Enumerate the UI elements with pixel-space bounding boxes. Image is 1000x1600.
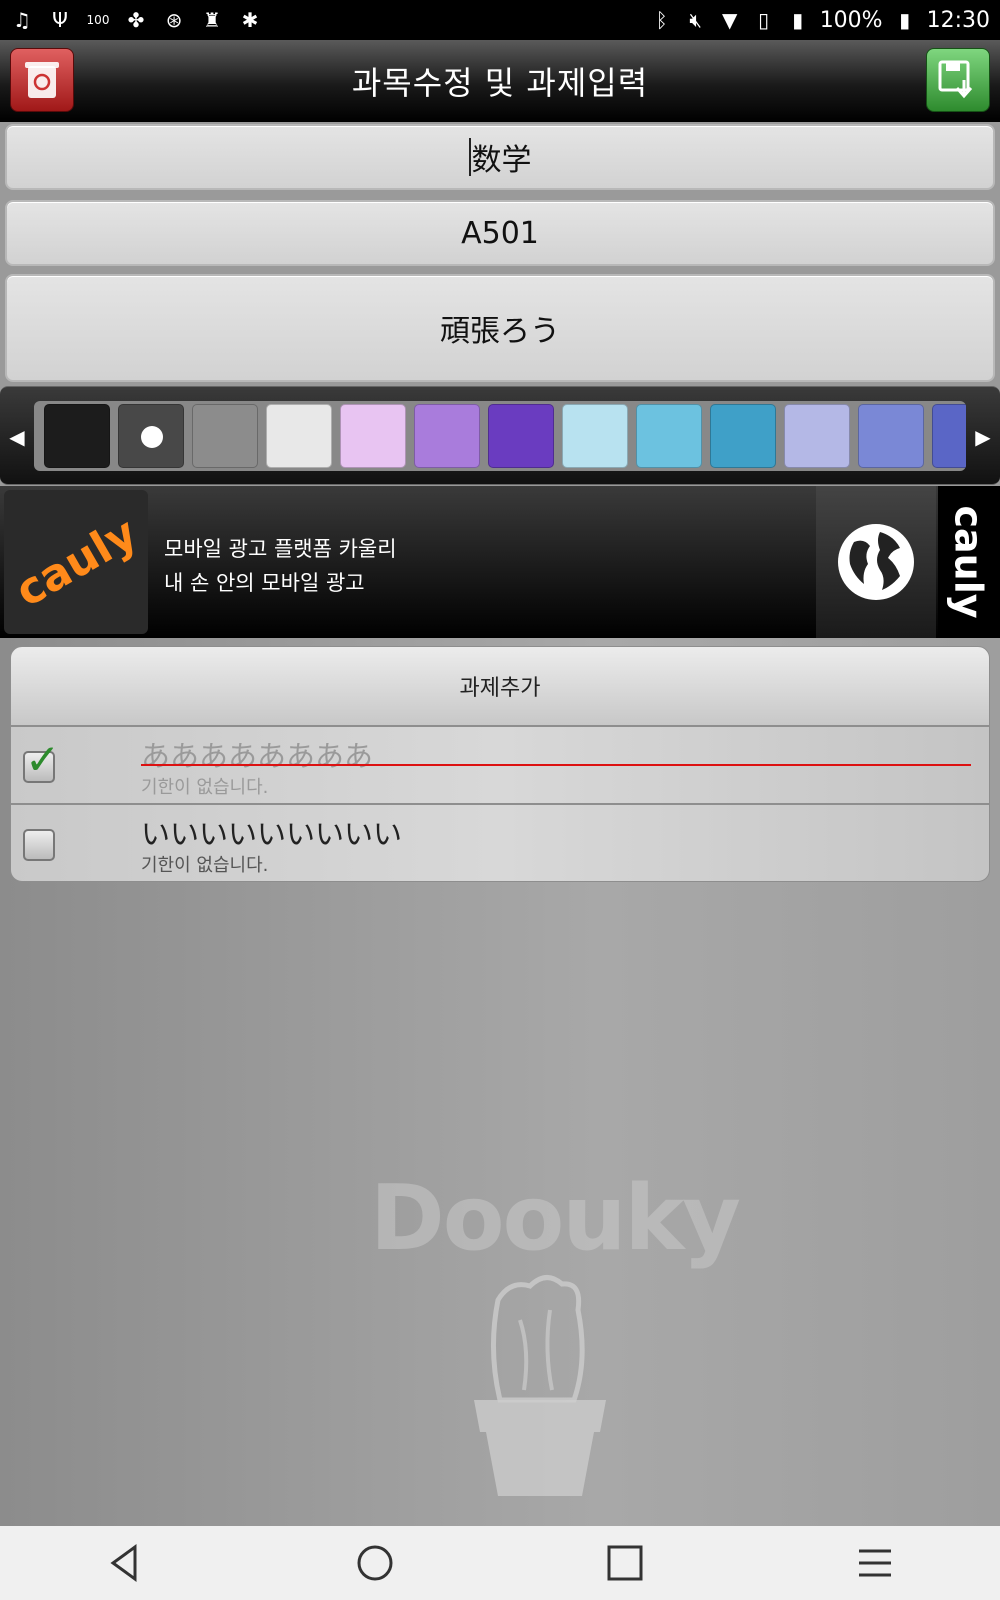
color-swatch[interactable] [118, 404, 184, 468]
text-caret [468, 138, 471, 176]
ad-banner[interactable]: cauly 모바일 광고 플랫폼 카울리 내 손 안의 모바일 광고 cauly [0, 486, 1000, 638]
add-task-label: 과제추가 [459, 676, 541, 701]
memo-value: 頑張ろう [440, 314, 560, 349]
color-swatch[interactable] [192, 404, 258, 468]
title-bar: 과목수정 및 과제입력 [0, 40, 1000, 122]
selected-dot-icon [141, 426, 163, 448]
battery-charging-icon: ▮ [899, 8, 911, 32]
recents-icon [607, 1545, 643, 1581]
task-title: ああああああああ [141, 739, 374, 773]
palette-scroll-left-button[interactable]: ◀ [2, 387, 32, 486]
signal-icon: ▮ [792, 8, 804, 32]
android-debug-icon: ⊛ [165, 8, 183, 32]
wifi-icon: ▼ [721, 8, 738, 32]
task-row[interactable]: ✓ ああああああああ 기한이 없습니다. [10, 726, 990, 804]
add-task-button[interactable]: 과제추가 [10, 646, 990, 726]
color-swatch[interactable] [636, 404, 702, 468]
color-swatch[interactable] [44, 404, 110, 468]
delete-button[interactable] [10, 48, 74, 112]
strikethrough-line [141, 764, 971, 766]
palette-scroll-right-button[interactable]: ▶ [968, 387, 998, 486]
bug-icon: ✱ [241, 8, 259, 32]
color-swatch-list[interactable] [34, 401, 966, 471]
color-palette: ◀ ▶ [0, 386, 1000, 485]
ad-brand: cauly [938, 486, 1000, 638]
color-swatch[interactable] [784, 404, 850, 468]
task-due: 기한이 없습니다. [141, 855, 269, 876]
status-icons-right: ᛒ 🔇︎ ▼ ▯ ▮ 100% ▮ 12:30 [650, 8, 990, 33]
back-button[interactable] [95, 1533, 155, 1593]
status-icons-left: ♫ Ψ 100 ✤ ⊛ ♜ ✱ [10, 8, 262, 32]
task-row[interactable]: いいいいいいいいい 기한이 없습니다. [10, 804, 990, 882]
music-icon: ♫ [13, 8, 31, 32]
color-swatch[interactable] [340, 404, 406, 468]
chevron-right-icon: ▶ [975, 424, 991, 449]
ad-line-2: 내 손 안의 모바일 광고 [164, 571, 365, 595]
globe-icon [838, 524, 914, 600]
home-icon [357, 1545, 393, 1581]
menu-button[interactable] [845, 1533, 905, 1593]
keyhole-icon: ♜ [203, 8, 221, 32]
home-button[interactable] [345, 1533, 405, 1593]
color-swatch[interactable] [710, 404, 776, 468]
room-value: A501 [461, 215, 539, 251]
color-swatch[interactable] [858, 404, 924, 468]
usb-icon: Ψ [52, 8, 68, 32]
checkmark-icon: ✓ [25, 735, 61, 784]
back-icon [110, 1544, 137, 1582]
color-swatch[interactable] [932, 404, 966, 468]
color-swatch[interactable] [266, 404, 332, 468]
menu-icon [859, 1549, 891, 1577]
trash-icon [25, 62, 59, 98]
recents-button[interactable] [595, 1533, 655, 1593]
no-sim-icon: ▯ [758, 8, 770, 32]
fan-icon: ✤ [127, 8, 145, 32]
save-download-icon [938, 60, 973, 99]
memo-field[interactable]: 頑張ろう [5, 274, 995, 382]
page-title: 과목수정 및 과제입력 [351, 64, 649, 102]
clock: 12:30 [926, 7, 990, 33]
battery-percent: 100% [819, 7, 883, 33]
chevron-left-icon: ◀ [9, 424, 25, 449]
mute-icon: 🔇︎ [689, 8, 702, 32]
ad-globe-button[interactable] [816, 486, 936, 638]
subject-value: 数学 [471, 143, 532, 178]
ad-logo: cauly [4, 490, 148, 634]
subject-field[interactable]: 数学 [5, 124, 995, 190]
battery-100-icon: 100 [86, 13, 110, 27]
watermark-logo: Doouky [370, 1166, 741, 1271]
task-title: いいいいいいいいい [141, 817, 403, 851]
color-swatch[interactable] [414, 404, 480, 468]
task-checkbox[interactable] [23, 829, 55, 861]
ad-line-1: 모바일 광고 플랫폼 카울리 [164, 537, 397, 561]
ad-text: 모바일 광고 플랫폼 카울리 내 손 안의 모바일 광고 [164, 532, 397, 600]
navigation-bar [0, 1526, 1000, 1600]
save-button[interactable] [926, 48, 990, 112]
room-field[interactable]: A501 [5, 200, 995, 266]
color-swatch[interactable] [562, 404, 628, 468]
color-swatch[interactable] [488, 404, 554, 468]
task-due: 기한이 없습니다. [141, 777, 269, 798]
bluetooth-icon: ᛒ [655, 8, 668, 32]
plant-pot-icon [474, 1275, 606, 1496]
status-bar: ♫ Ψ 100 ✤ ⊛ ♜ ✱ ᛒ 🔇︎ ▼ ▯ ▮ 100% ▮ 12:30 [0, 0, 1000, 40]
